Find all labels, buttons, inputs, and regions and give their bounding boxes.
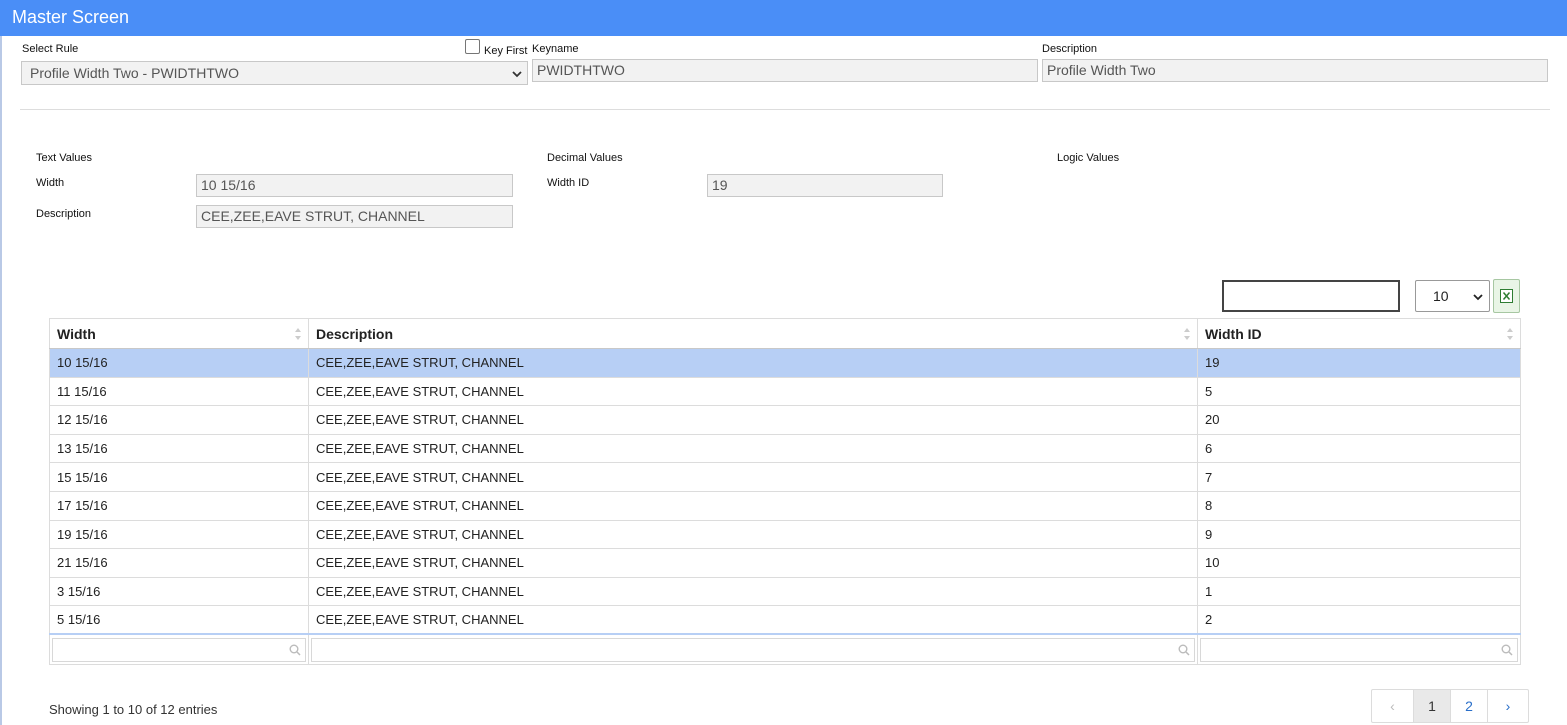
cell-width: 3 15/16 [49, 576, 309, 607]
cell-width-id: 6 [1197, 433, 1521, 464]
select-rule-label: Select Rule [22, 43, 79, 55]
pagination-next-button[interactable]: › [1488, 690, 1528, 722]
sort-arrows-icon [295, 328, 301, 340]
column-header-description[interactable]: Description [308, 318, 1198, 349]
cell-width-id: 20 [1197, 405, 1521, 435]
column-header-width[interactable]: Width [49, 318, 309, 349]
window-title: Master Screen [0, 0, 1567, 36]
cell-width: 10 15/16 [49, 348, 309, 378]
excel-file-icon [1500, 289, 1513, 303]
cell-description: CEE,ZEE,EAVE STRUT, CHANNEL [308, 605, 1198, 635]
text-description-label: Description [36, 208, 92, 220]
cell-width: 5 15/16 [49, 605, 309, 635]
logic-values-heading: Logic Values [1057, 152, 1120, 164]
width-label: Width [36, 177, 65, 189]
cell-description: CEE,ZEE,EAVE STRUT, CHANNEL [308, 405, 1198, 435]
table-search-input[interactable] [1222, 280, 1400, 312]
filter-input-width[interactable] [52, 637, 306, 662]
cell-width: 21 15/16 [49, 548, 309, 578]
keyname-field[interactable]: PWIDTHTWO [532, 59, 1038, 82]
search-icon [1178, 644, 1190, 656]
table-row[interactable]: 21 15/16 CEE,ZEE,EAVE STRUT, CHANNEL 10 [49, 548, 1521, 578]
width-field[interactable]: 10 15/16 [196, 174, 513, 197]
decimal-values-heading: Decimal Values [547, 152, 623, 164]
cell-description: CEE,ZEE,EAVE STRUT, CHANNEL [308, 490, 1198, 521]
description-field[interactable]: Profile Width Two [1042, 59, 1548, 82]
table-header-row: Width Description Width ID [49, 318, 1521, 349]
cell-width: 15 15/16 [49, 462, 309, 492]
key-first-checkbox[interactable] [465, 39, 480, 54]
table-row[interactable]: 19 15/16 CEE,ZEE,EAVE STRUT, CHANNEL 9 [49, 519, 1521, 550]
cell-width-id: 7 [1197, 462, 1521, 492]
column-header-width-id[interactable]: Width ID [1197, 318, 1521, 349]
table-row[interactable]: 12 15/16 CEE,ZEE,EAVE STRUT, CHANNEL 20 [49, 405, 1521, 435]
cell-width-id: 10 [1197, 548, 1521, 578]
page-length-select[interactable]: 10 [1415, 280, 1490, 312]
cell-width-id: 1 [1197, 576, 1521, 607]
pagination-page-2[interactable]: 2 [1451, 690, 1488, 722]
text-description-field[interactable]: CEE,ZEE,EAVE STRUT, CHANNEL [196, 205, 513, 228]
page-length-value: 10 [1433, 288, 1449, 304]
cell-width: 13 15/16 [49, 433, 309, 464]
key-first-label: Key First [484, 45, 528, 57]
sort-arrows-icon [1184, 328, 1190, 340]
search-icon [1501, 644, 1513, 656]
sort-arrows-icon [1507, 328, 1513, 340]
filter-input-description[interactable] [311, 637, 1195, 662]
cell-width-id: 8 [1197, 490, 1521, 521]
table-row[interactable]: 5 15/16 CEE,ZEE,EAVE STRUT, CHANNEL 2 [49, 605, 1521, 635]
cell-width: 17 15/16 [49, 490, 309, 521]
select-rule-dropdown[interactable]: Profile Width Two - PWIDTHTWO [21, 61, 528, 85]
cell-description: CEE,ZEE,EAVE STRUT, CHANNEL [308, 519, 1198, 550]
table-row[interactable]: 17 15/16 CEE,ZEE,EAVE STRUT, CHANNEL 8 [49, 490, 1521, 521]
cell-description: CEE,ZEE,EAVE STRUT, CHANNEL [308, 348, 1198, 378]
divider [20, 109, 1550, 110]
cell-width: 19 15/16 [49, 519, 309, 550]
excel-export-button[interactable] [1493, 279, 1520, 313]
text-values-heading: Text Values [36, 152, 93, 164]
pagination-prev-button[interactable]: ‹ [1372, 690, 1414, 722]
cell-description: CEE,ZEE,EAVE STRUT, CHANNEL [308, 433, 1198, 464]
cell-width-id: 2 [1197, 605, 1521, 635]
search-icon [289, 644, 301, 656]
table-row[interactable]: 15 15/16 CEE,ZEE,EAVE STRUT, CHANNEL 7 [49, 462, 1521, 492]
cell-description: CEE,ZEE,EAVE STRUT, CHANNEL [308, 462, 1198, 492]
table-info: Showing 1 to 10 of 12 entries [49, 702, 218, 717]
width-id-field[interactable]: 19 [707, 174, 943, 197]
filter-input-width-id[interactable] [1200, 637, 1518, 662]
cell-description: CEE,ZEE,EAVE STRUT, CHANNEL [308, 376, 1198, 407]
filter-row [49, 633, 1521, 665]
cell-description: CEE,ZEE,EAVE STRUT, CHANNEL [308, 576, 1198, 607]
pagination-page-1[interactable]: 1 [1414, 690, 1451, 722]
cell-width: 11 15/16 [49, 376, 309, 407]
table-row[interactable]: 10 15/16 CEE,ZEE,EAVE STRUT, CHANNEL 19 [49, 348, 1521, 378]
width-id-label: Width ID [547, 177, 590, 189]
pagination: ‹ 1 2 › [1371, 689, 1529, 723]
table-row[interactable]: 11 15/16 CEE,ZEE,EAVE STRUT, CHANNEL 5 [49, 376, 1521, 407]
chevron-down-icon [1473, 294, 1483, 301]
cell-width-id: 5 [1197, 376, 1521, 407]
table-row[interactable]: 3 15/16 CEE,ZEE,EAVE STRUT, CHANNEL 1 [49, 576, 1521, 607]
select-rule-value: Profile Width Two - PWIDTHTWO [30, 65, 239, 81]
cell-width-id: 19 [1197, 348, 1521, 378]
table-row[interactable]: 13 15/16 CEE,ZEE,EAVE STRUT, CHANNEL 6 [49, 433, 1521, 464]
cell-width-id: 9 [1197, 519, 1521, 550]
keyname-label: Keyname [532, 43, 579, 55]
cell-description: CEE,ZEE,EAVE STRUT, CHANNEL [308, 548, 1198, 578]
cell-width: 12 15/16 [49, 405, 309, 435]
chevron-down-icon [512, 71, 522, 78]
description-label: Description [1042, 43, 1098, 55]
data-table: Width Description Width ID 10 15/16 CEE,Z… [49, 318, 1521, 665]
